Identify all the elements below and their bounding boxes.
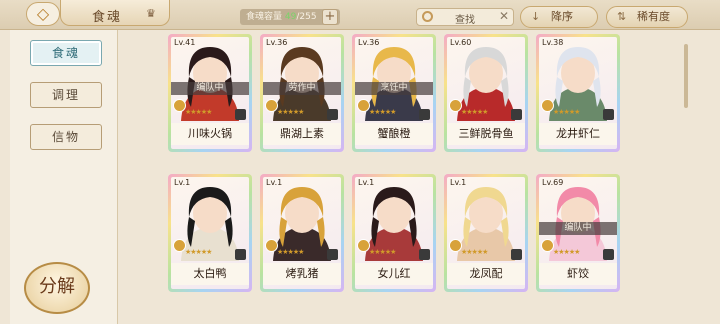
skill-icon xyxy=(235,249,246,260)
star-icons: ★★★★★ xyxy=(185,248,212,256)
tab-cultivate[interactable]: 调理 xyxy=(30,82,102,108)
card-name: 三鲜脱骨鱼 xyxy=(447,123,525,145)
card-body: Lv.60 ★★★★★ 三鲜脱骨鱼 xyxy=(447,37,525,149)
skill-icon xyxy=(603,249,614,260)
capacity-label: 食魂容量 xyxy=(246,12,283,22)
level-label: Lv.36 xyxy=(358,38,380,47)
card-name: 虾饺 xyxy=(539,263,617,285)
card-body: Lv.69 编队中 ★★★★★ 虾饺 xyxy=(539,177,617,289)
tab-food-souls[interactable]: 食魂 xyxy=(30,40,102,66)
status-badge: 编队中 xyxy=(539,222,617,235)
sort-swap-icon: ⇅ xyxy=(617,10,627,23)
star-icons: ★★★★★ xyxy=(461,248,488,256)
card-name: 蟹酿橙 xyxy=(355,123,433,145)
level-label: Lv.1 xyxy=(450,178,467,187)
skill-icon xyxy=(511,249,522,260)
food-soul-card[interactable]: Lv.69 编队中 ★★★★★ 虾饺 xyxy=(536,174,620,292)
skill-icon xyxy=(327,249,338,260)
back-button[interactable]: ◇ xyxy=(26,2,60,26)
close-icon[interactable]: ✕ xyxy=(499,9,509,23)
card-name: 龙井虾仁 xyxy=(539,123,617,145)
star-icons: ★★★★★ xyxy=(553,108,580,116)
food-soul-card[interactable]: Lv.60 ★★★★★ 三鲜脱骨鱼 xyxy=(444,34,528,152)
star-icons: ★★★★★ xyxy=(369,248,396,256)
tab-tokens[interactable]: 信物 xyxy=(30,124,102,150)
card-name: 女儿红 xyxy=(355,263,433,285)
card-name: 龙凤配 xyxy=(447,263,525,285)
star-icons: ★★★★★ xyxy=(277,248,304,256)
food-soul-card[interactable]: Lv.36 劳作中 ★★★★★ 鼎湖上素 xyxy=(260,34,344,152)
level-label: Lv.38 xyxy=(542,38,564,47)
sort-arrow-icon: ↓ xyxy=(531,10,541,23)
card-name: 川味火锅 xyxy=(171,123,249,145)
level-label: Lv.69 xyxy=(542,178,564,187)
skill-icon xyxy=(327,109,338,120)
sort-order-button[interactable]: ↓ 降序 xyxy=(520,6,598,28)
star-icons: ★★★★★ xyxy=(185,108,212,116)
card-name: 烤乳猪 xyxy=(263,263,341,285)
skill-icon xyxy=(419,249,430,260)
star-icons: ★★★★★ xyxy=(369,108,396,116)
food-soul-card[interactable]: Lv.36 烹饪中 ★★★★★ 蟹酿橙 xyxy=(352,34,436,152)
scrollbar[interactable] xyxy=(684,44,688,108)
skill-icon xyxy=(235,109,246,120)
card-body: Lv.1 ★★★★★ 龙凤配 xyxy=(447,177,525,289)
capacity-current: 49 xyxy=(284,12,297,22)
card-body: Lv.1 ★★★★★ 烤乳猪 xyxy=(263,177,341,289)
status-badge: 编队中 xyxy=(171,82,249,95)
sort-field-label: 稀有度 xyxy=(637,10,670,23)
card-body: Lv.41 编队中 ★★★★★ 川味火锅 xyxy=(171,37,249,149)
capacity-max: /255 xyxy=(296,12,317,22)
card-body: Lv.36 劳作中 ★★★★★ 鼎湖上素 xyxy=(263,37,341,149)
skill-icon xyxy=(419,109,430,120)
level-label: Lv.36 xyxy=(266,38,288,47)
sort-field-button[interactable]: ⇅ 稀有度 xyxy=(606,6,688,28)
star-icons: ★★★★★ xyxy=(277,108,304,116)
crown-icon: ♛ xyxy=(146,7,156,20)
level-label: Lv.1 xyxy=(266,178,283,187)
decompose-button[interactable]: 分解 xyxy=(24,262,90,314)
card-name: 鼎湖上素 xyxy=(263,123,341,145)
food-soul-card[interactable]: Lv.38 ★★★★★ 龙井虾仁 xyxy=(536,34,620,152)
star-icons: ★★★★★ xyxy=(553,248,580,256)
top-bar: ◇ 食魂 ♛ 食魂容量 49/255 + 查找 ✕ ↓ 降序 ⇅ 稀有度 xyxy=(0,0,720,30)
food-soul-card[interactable]: Lv.1 ★★★★★ 龙凤配 xyxy=(444,174,528,292)
card-body: Lv.38 ★★★★★ 龙井虾仁 xyxy=(539,37,617,149)
search-icon xyxy=(422,11,433,22)
status-badge: 烹饪中 xyxy=(355,82,433,95)
star-icons: ★★★★★ xyxy=(461,108,488,116)
status-badge: 劳作中 xyxy=(263,82,341,95)
page-title: 食魂 xyxy=(92,10,123,25)
search-placeholder: 查找 xyxy=(455,15,475,26)
food-soul-card[interactable]: Lv.1 ★★★★★ 太白鸭 xyxy=(168,174,252,292)
food-soul-card[interactable]: Lv.41 编队中 ★★★★★ 川味火锅 xyxy=(168,34,252,152)
food-soul-card[interactable]: Lv.1 ★★★★★ 女儿红 xyxy=(352,174,436,292)
skill-icon xyxy=(511,109,522,120)
sort-order-label: 降序 xyxy=(551,10,573,23)
card-body: Lv.36 烹饪中 ★★★★★ 蟹酿橙 xyxy=(355,37,433,149)
back-arrow-icon: ◇ xyxy=(36,4,50,23)
card-body: Lv.1 ★★★★★ 太白鸭 xyxy=(171,177,249,289)
search-input[interactable]: 查找 ✕ xyxy=(416,8,514,26)
skill-icon xyxy=(603,109,614,120)
level-label: Lv.1 xyxy=(174,178,191,187)
food-soul-card[interactable]: Lv.1 ★★★★★ 烤乳猪 xyxy=(260,174,344,292)
card-name: 太白鸭 xyxy=(171,263,249,285)
level-label: Lv.41 xyxy=(174,38,196,47)
level-label: Lv.60 xyxy=(450,38,472,47)
add-capacity-button[interactable]: + xyxy=(322,9,338,25)
card-body: Lv.1 ★★★★★ 女儿红 xyxy=(355,177,433,289)
level-label: Lv.1 xyxy=(358,178,375,187)
